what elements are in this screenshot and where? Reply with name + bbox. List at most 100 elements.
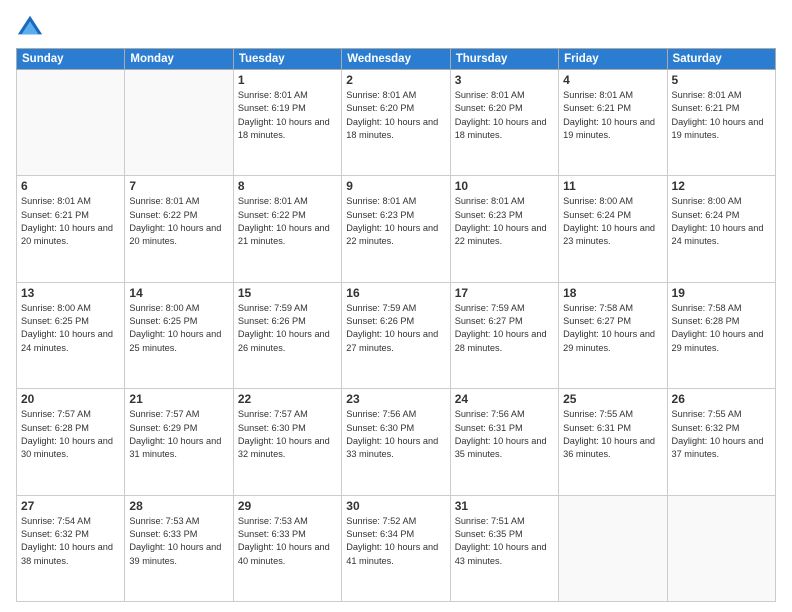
calendar-table: SundayMondayTuesdayWednesdayThursdayFrid…	[16, 48, 776, 602]
day-number: 12	[672, 179, 771, 193]
calendar-cell: 22Sunrise: 7:57 AMSunset: 6:30 PMDayligh…	[233, 389, 341, 495]
day-number: 28	[129, 499, 228, 513]
calendar-cell: 11Sunrise: 8:00 AMSunset: 6:24 PMDayligh…	[559, 176, 667, 282]
day-number: 2	[346, 73, 445, 87]
calendar-cell	[17, 70, 125, 176]
day-info: Sunrise: 7:59 AMSunset: 6:26 PMDaylight:…	[346, 302, 445, 355]
calendar-cell: 1 Sunrise: 8:01 AMSunset: 6:19 PMDaylight…	[233, 70, 341, 176]
day-number: 14	[129, 286, 228, 300]
day-number: 19	[672, 286, 771, 300]
calendar-week-4: 20 Sunrise: 7:57 AMSunset: 6:28 PMDayligh…	[17, 389, 776, 495]
calendar-cell: 14 Sunrise: 8:00 AMSunset: 6:25 PMDayligh…	[125, 282, 233, 388]
calendar-cell: 19 Sunrise: 7:58 AMSunset: 6:28 PMDayligh…	[667, 282, 775, 388]
calendar-week-3: 13 Sunrise: 8:00 AMSunset: 6:25 PMDayligh…	[17, 282, 776, 388]
calendar-cell: 20 Sunrise: 7:57 AMSunset: 6:28 PMDayligh…	[17, 389, 125, 495]
calendar-header-tuesday: Tuesday	[233, 49, 341, 70]
calendar-cell: 29 Sunrise: 7:53 AMSunset: 6:33 PMDayligh…	[233, 495, 341, 601]
calendar-cell: 16 Sunrise: 7:59 AMSunset: 6:26 PMDayligh…	[342, 282, 450, 388]
day-number: 22	[238, 392, 337, 406]
calendar-header-friday: Friday	[559, 49, 667, 70]
day-number: 4	[563, 73, 662, 87]
day-number: 10	[455, 179, 554, 193]
calendar-header-sunday: Sunday	[17, 49, 125, 70]
day-number: 5	[672, 73, 771, 87]
day-info: Sunrise: 8:01 AMSunset: 6:22 PMDaylight:…	[238, 195, 337, 248]
day-info: Sunrise: 8:00 AMSunset: 6:25 PMDaylight:…	[129, 302, 228, 355]
day-number: 29	[238, 499, 337, 513]
calendar-cell: 9 Sunrise: 8:01 AMSunset: 6:23 PMDaylight…	[342, 176, 450, 282]
calendar-cell: 28 Sunrise: 7:53 AMSunset: 6:33 PMDayligh…	[125, 495, 233, 601]
day-info: Sunrise: 7:55 AMSunset: 6:31 PMDaylight:…	[563, 408, 662, 461]
day-info: Sunrise: 8:01 AMSunset: 6:20 PMDaylight:…	[346, 89, 445, 142]
day-number: 31	[455, 499, 554, 513]
day-number: 16	[346, 286, 445, 300]
day-info: Sunrise: 8:01 AMSunset: 6:19 PMDaylight:…	[238, 89, 337, 142]
day-number: 13	[21, 286, 120, 300]
calendar-header-monday: Monday	[125, 49, 233, 70]
day-info: Sunrise: 7:55 AMSunset: 6:32 PMDaylight:…	[672, 408, 771, 461]
calendar-cell: 8 Sunrise: 8:01 AMSunset: 6:22 PMDaylight…	[233, 176, 341, 282]
day-info: Sunrise: 7:53 AMSunset: 6:33 PMDaylight:…	[238, 515, 337, 568]
calendar-cell: 18Sunrise: 7:58 AMSunset: 6:27 PMDayligh…	[559, 282, 667, 388]
day-info: Sunrise: 7:51 AMSunset: 6:35 PMDaylight:…	[455, 515, 554, 568]
day-number: 25	[563, 392, 662, 406]
calendar-cell: 15 Sunrise: 7:59 AMSunset: 6:26 PMDayligh…	[233, 282, 341, 388]
day-info: Sunrise: 8:01 AMSunset: 6:21 PMDaylight:…	[21, 195, 120, 248]
day-info: Sunrise: 7:53 AMSunset: 6:33 PMDaylight:…	[129, 515, 228, 568]
day-info: Sunrise: 7:58 AMSunset: 6:27 PMDaylight:…	[563, 302, 662, 355]
calendar-cell: 25 Sunrise: 7:55 AMSunset: 6:31 PMDayligh…	[559, 389, 667, 495]
calendar-cell: 27 Sunrise: 7:54 AMSunset: 6:32 PMDayligh…	[17, 495, 125, 601]
day-number: 23	[346, 392, 445, 406]
day-number: 24	[455, 392, 554, 406]
day-info: Sunrise: 7:58 AMSunset: 6:28 PMDaylight:…	[672, 302, 771, 355]
calendar-cell: 24 Sunrise: 7:56 AMSunset: 6:31 PMDayligh…	[450, 389, 558, 495]
calendar-cell: 3Sunrise: 8:01 AMSunset: 6:20 PMDaylight…	[450, 70, 558, 176]
calendar-cell: 31 Sunrise: 7:51 AMSunset: 6:35 PMDayligh…	[450, 495, 558, 601]
day-info: Sunrise: 8:01 AMSunset: 6:21 PMDaylight:…	[563, 89, 662, 142]
day-number: 7	[129, 179, 228, 193]
calendar-cell: 4 Sunrise: 8:01 AMSunset: 6:21 PMDaylight…	[559, 70, 667, 176]
day-info: Sunrise: 7:56 AMSunset: 6:31 PMDaylight:…	[455, 408, 554, 461]
calendar-cell: 6 Sunrise: 8:01 AMSunset: 6:21 PMDaylight…	[17, 176, 125, 282]
calendar-cell: 2 Sunrise: 8:01 AMSunset: 6:20 PMDaylight…	[342, 70, 450, 176]
day-number: 15	[238, 286, 337, 300]
day-info: Sunrise: 7:52 AMSunset: 6:34 PMDaylight:…	[346, 515, 445, 568]
day-info: Sunrise: 8:01 AMSunset: 6:23 PMDaylight:…	[455, 195, 554, 248]
day-number: 30	[346, 499, 445, 513]
day-info: Sunrise: 8:00 AMSunset: 6:24 PMDaylight:…	[563, 195, 662, 248]
day-info: Sunrise: 7:54 AMSunset: 6:32 PMDaylight:…	[21, 515, 120, 568]
day-info: Sunrise: 8:00 AMSunset: 6:25 PMDaylight:…	[21, 302, 120, 355]
page: SundayMondayTuesdayWednesdayThursdayFrid…	[0, 0, 792, 612]
calendar-header-thursday: Thursday	[450, 49, 558, 70]
day-info: Sunrise: 7:56 AMSunset: 6:30 PMDaylight:…	[346, 408, 445, 461]
header	[16, 12, 776, 40]
day-number: 8	[238, 179, 337, 193]
calendar-header-wednesday: Wednesday	[342, 49, 450, 70]
calendar-cell: 7 Sunrise: 8:01 AMSunset: 6:22 PMDaylight…	[125, 176, 233, 282]
day-number: 1	[238, 73, 337, 87]
day-info: Sunrise: 7:57 AMSunset: 6:29 PMDaylight:…	[129, 408, 228, 461]
calendar-cell	[559, 495, 667, 601]
day-info: Sunrise: 7:59 AMSunset: 6:27 PMDaylight:…	[455, 302, 554, 355]
logo	[16, 12, 48, 40]
day-info: Sunrise: 8:01 AMSunset: 6:22 PMDaylight:…	[129, 195, 228, 248]
day-info: Sunrise: 7:57 AMSunset: 6:28 PMDaylight:…	[21, 408, 120, 461]
calendar-cell	[667, 495, 775, 601]
day-info: Sunrise: 8:01 AMSunset: 6:23 PMDaylight:…	[346, 195, 445, 248]
logo-icon	[16, 12, 44, 40]
calendar-cell: 5Sunrise: 8:01 AMSunset: 6:21 PMDaylight…	[667, 70, 775, 176]
calendar-cell: 26Sunrise: 7:55 AMSunset: 6:32 PMDayligh…	[667, 389, 775, 495]
day-number: 9	[346, 179, 445, 193]
calendar-header-row: SundayMondayTuesdayWednesdayThursdayFrid…	[17, 49, 776, 70]
day-number: 27	[21, 499, 120, 513]
calendar-cell: 17Sunrise: 7:59 AMSunset: 6:27 PMDayligh…	[450, 282, 558, 388]
day-number: 20	[21, 392, 120, 406]
calendar-header-saturday: Saturday	[667, 49, 775, 70]
day-info: Sunrise: 8:00 AMSunset: 6:24 PMDaylight:…	[672, 195, 771, 248]
calendar-cell: 12 Sunrise: 8:00 AMSunset: 6:24 PMDayligh…	[667, 176, 775, 282]
calendar-cell: 23 Sunrise: 7:56 AMSunset: 6:30 PMDayligh…	[342, 389, 450, 495]
day-info: Sunrise: 7:59 AMSunset: 6:26 PMDaylight:…	[238, 302, 337, 355]
calendar-week-5: 27 Sunrise: 7:54 AMSunset: 6:32 PMDayligh…	[17, 495, 776, 601]
calendar-cell: 10 Sunrise: 8:01 AMSunset: 6:23 PMDayligh…	[450, 176, 558, 282]
day-number: 6	[21, 179, 120, 193]
